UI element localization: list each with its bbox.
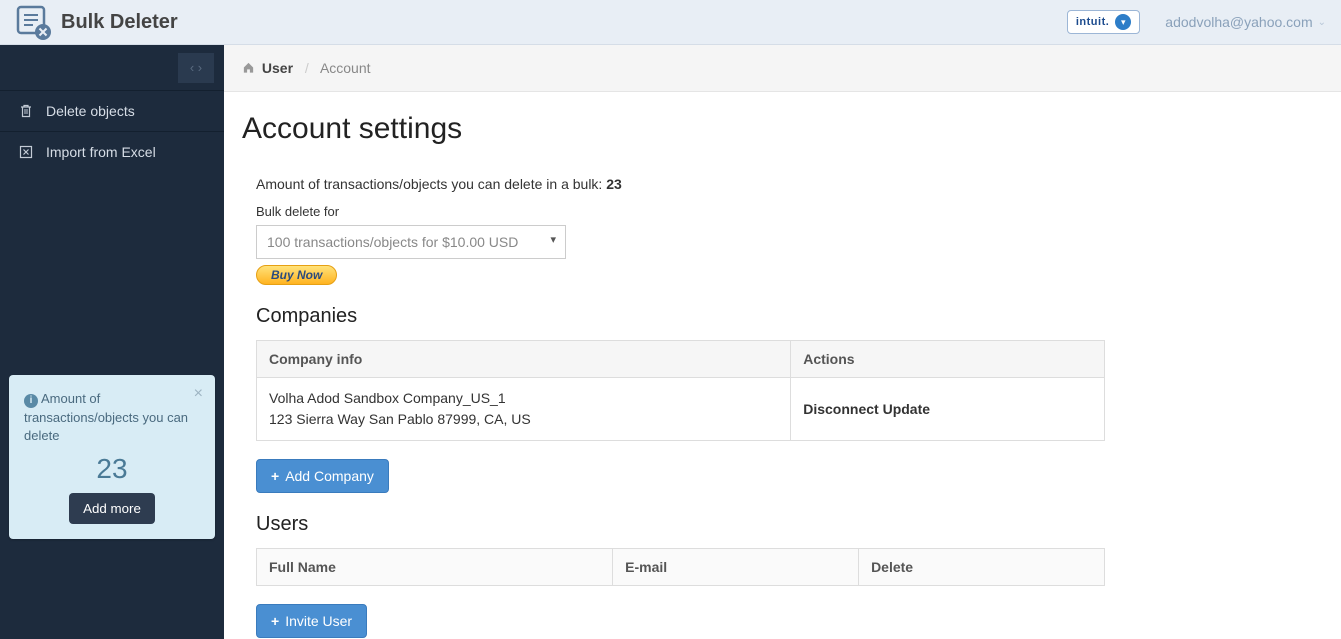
sidebar-item-import-excel[interactable]: Import from Excel bbox=[0, 131, 224, 172]
intuit-button[interactable]: intuit. ▾ bbox=[1067, 10, 1140, 34]
info-title: iAmount of transactions/objects you can … bbox=[24, 390, 200, 445]
disconnect-link[interactable]: Disconnect bbox=[803, 401, 878, 417]
breadcrumb-user[interactable]: User bbox=[262, 60, 293, 76]
app-name: Bulk Deleter bbox=[61, 11, 178, 34]
buy-now-button[interactable]: Buy Now bbox=[256, 265, 337, 285]
bulk-delete-label: Bulk delete for bbox=[256, 204, 1311, 219]
invite-user-button[interactable]: + Invite User bbox=[256, 604, 367, 638]
home-icon[interactable] bbox=[242, 60, 259, 76]
excel-icon bbox=[18, 144, 34, 160]
bulk-delete-select[interactable]: 100 transactions/objects for $10.00 USD bbox=[256, 225, 566, 259]
sidebar: ‹ › Delete objects Import from Excel × i… bbox=[0, 45, 224, 639]
users-heading: Users bbox=[256, 513, 1311, 536]
info-icon: i bbox=[24, 394, 38, 408]
users-table: Full Name E-mail Delete bbox=[256, 548, 1105, 586]
company-name: Volha Adod Sandbox Company_US_1 bbox=[269, 388, 778, 409]
chevron-down-icon: ▾ bbox=[1115, 14, 1131, 30]
chevron-down-icon: ⌄ bbox=[1318, 17, 1326, 28]
info-box: × iAmount of transactions/objects you ca… bbox=[9, 375, 215, 539]
add-company-button[interactable]: + Add Company bbox=[256, 459, 389, 493]
company-address: 123 Sierra Way San Pablo 87999, CA, US bbox=[269, 409, 778, 430]
update-link[interactable]: Update bbox=[883, 401, 930, 417]
plus-icon: + bbox=[271, 468, 279, 484]
plus-icon: + bbox=[271, 613, 279, 629]
page-title: Account settings bbox=[242, 112, 1311, 146]
user-email: adodvolha@yahoo.com bbox=[1165, 14, 1312, 30]
sidebar-item-label: Delete objects bbox=[46, 103, 135, 119]
trash-icon bbox=[18, 103, 34, 119]
bulk-deleter-icon bbox=[15, 4, 51, 40]
companies-table: Company info Actions Volha Adod Sandbox … bbox=[256, 340, 1105, 441]
table-row: Volha Adod Sandbox Company_US_1 123 Sier… bbox=[257, 378, 1105, 441]
sidebar-item-label: Import from Excel bbox=[46, 144, 156, 160]
info-count: 23 bbox=[24, 453, 200, 485]
companies-heading: Companies bbox=[256, 305, 1311, 328]
intuit-label: intuit. bbox=[1076, 16, 1109, 28]
sidebar-toggle[interactable]: ‹ › bbox=[178, 53, 214, 83]
th-full-name: Full Name bbox=[257, 549, 613, 586]
th-delete: Delete bbox=[859, 549, 1105, 586]
th-actions: Actions bbox=[791, 341, 1105, 378]
amount-line: Amount of transactions/objects you can d… bbox=[256, 176, 1311, 192]
breadcrumb-account: Account bbox=[320, 60, 371, 76]
th-company-info: Company info bbox=[257, 341, 791, 378]
user-menu[interactable]: adodvolha@yahoo.com ⌄ bbox=[1165, 14, 1326, 30]
app-logo: Bulk Deleter bbox=[15, 4, 178, 40]
sidebar-item-delete-objects[interactable]: Delete objects bbox=[0, 90, 224, 131]
th-email: E-mail bbox=[613, 549, 859, 586]
breadcrumb: User / Account bbox=[224, 45, 1341, 92]
add-more-button[interactable]: Add more bbox=[69, 493, 155, 524]
close-icon[interactable]: × bbox=[194, 385, 203, 403]
